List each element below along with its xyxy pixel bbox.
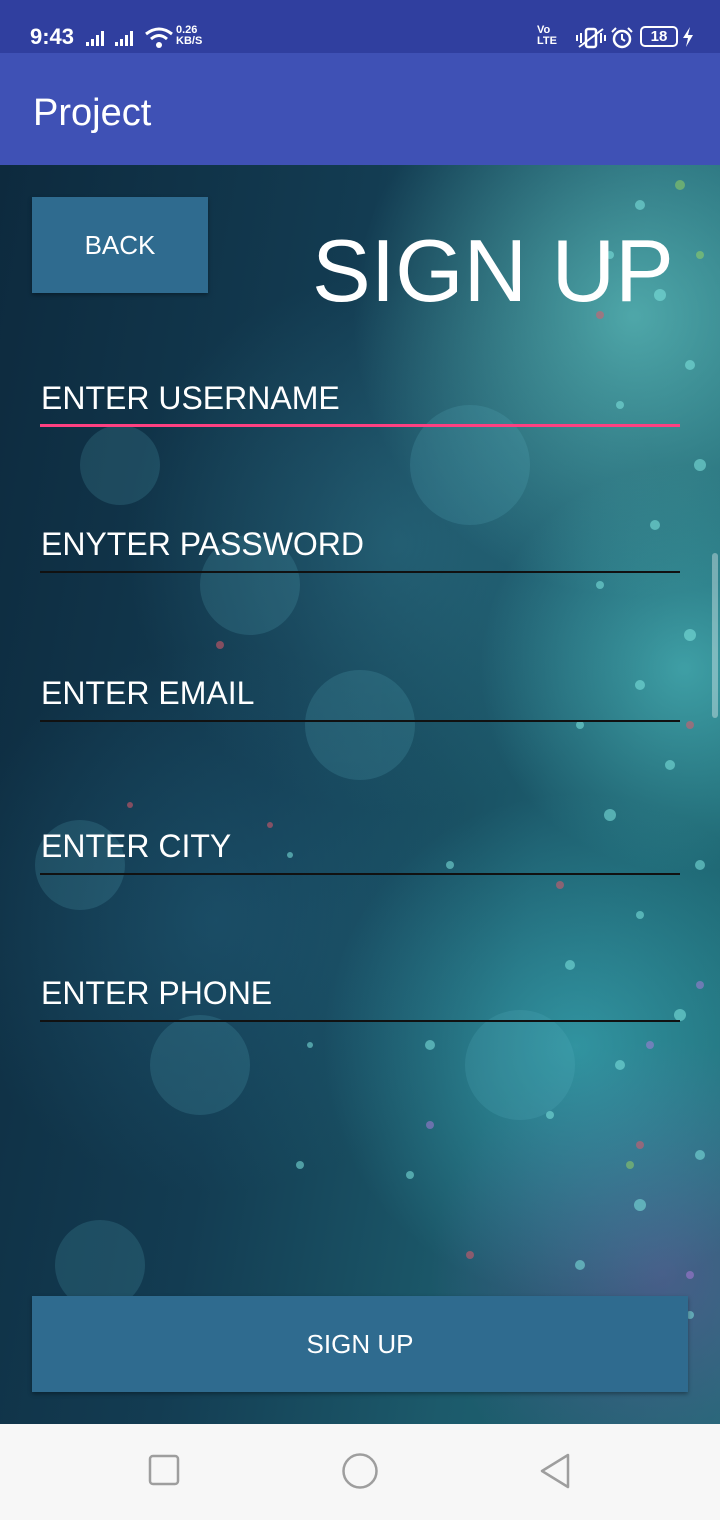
password-hint: ENYTER PASSWORD [41, 526, 364, 562]
vibrate-icon [576, 27, 606, 49]
username-hint: ENTER USERNAME [41, 380, 340, 416]
field-underline [40, 571, 680, 573]
field-underline [40, 720, 680, 722]
net-speed: 0.26 KB/S [176, 25, 202, 47]
recent-apps-icon[interactable] [148, 1452, 180, 1486]
phone-hint: ENTER PHONE [41, 975, 273, 1011]
cell-signal-icon-2 [115, 31, 133, 46]
navigation-bar [0, 1424, 720, 1520]
cell-signal-icon [86, 31, 104, 46]
username-field[interactable]: ENTER USERNAME [40, 367, 680, 427]
app-bar: Project [0, 53, 720, 165]
battery-icon: 18 [640, 26, 678, 47]
wifi-icon [145, 27, 173, 48]
page-title: SIGN UP [312, 221, 674, 320]
status-bar: 9:43 0.26 KB/S Vo LTE 18 [0, 0, 720, 53]
back-icon[interactable] [538, 1452, 572, 1490]
sign-up-button[interactable]: SIGN UP [32, 1296, 688, 1392]
field-underline [40, 1020, 680, 1022]
net-speed-unit: KB/S [176, 35, 203, 47]
city-field[interactable]: ENTER CITY [40, 815, 680, 875]
app-title: Project [33, 92, 152, 134]
city-hint: ENTER CITY [41, 828, 232, 864]
email-field[interactable]: ENTER EMAIL [40, 662, 680, 722]
field-underline [40, 424, 680, 427]
email-hint: ENTER EMAIL [41, 675, 255, 711]
signup-screen: BACK SIGN UP ENTER USERNAME ENYTER PASSW… [0, 165, 720, 1424]
phone-field[interactable]: ENTER PHONE [40, 962, 680, 1022]
password-field[interactable]: ENYTER PASSWORD [40, 513, 680, 573]
home-icon[interactable] [341, 1452, 379, 1490]
charging-icon [683, 27, 693, 47]
background-image [35, 180, 706, 1379]
alarm-icon [611, 27, 633, 49]
back-button[interactable]: BACK [32, 197, 208, 293]
volte-bottom: LTE [537, 35, 557, 47]
volte-icon: Vo LTE [537, 25, 557, 47]
scrollbar[interactable] [712, 553, 718, 718]
status-time: 9:43 [30, 24, 75, 49]
field-underline [40, 873, 680, 875]
